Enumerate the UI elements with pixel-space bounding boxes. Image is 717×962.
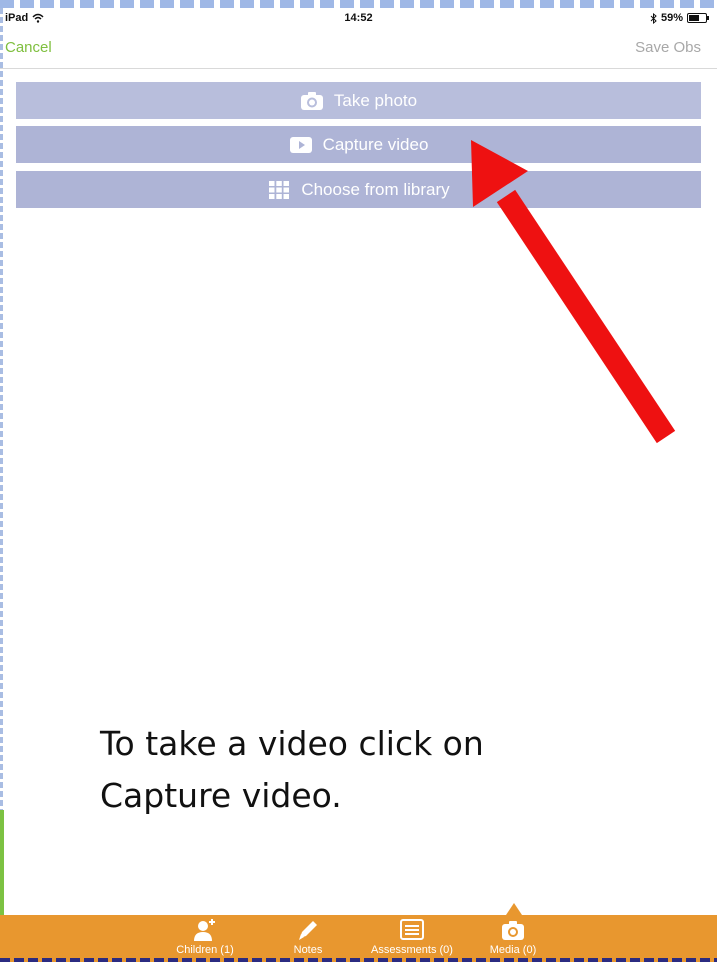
tab-notes[interactable]: Notes [278,915,338,958]
bluetooth-icon [650,12,657,24]
tab-children[interactable]: Children (1) [166,915,244,958]
battery-icon [687,13,709,23]
battery-percent: 59% [660,12,683,24]
bottom-tab-bar: Children (1) Notes Assessments (0) Media… [0,915,717,962]
take-photo-button[interactable]: Take photo [16,82,701,119]
capture-video-label: Capture video [322,134,429,154]
status-time: 14:52 [344,12,373,24]
choose-from-library-label: Choose from library [301,179,450,199]
pencil-icon [299,921,317,940]
add-child-icon [194,919,215,941]
decorative-frame-left [0,8,3,888]
cancel-button[interactable]: Cancel [5,39,52,56]
tab-notes-label: Notes [293,944,323,956]
capture-video-button[interactable]: Capture video [16,126,701,163]
tab-assessments-label: Assessments (0) [371,944,453,956]
status-right: 59% [650,12,709,24]
choose-from-library-button[interactable]: Choose from library [16,171,701,208]
take-photo-label: Take photo [333,90,418,110]
play-icon [289,136,312,153]
caption-line-2: Capture video. [100,776,342,815]
status-bar: iPad 14:52 59% [0,9,717,29]
camera-icon [300,91,323,110]
decorative-frame-accent [0,810,4,920]
tab-media-label: Media (0) [489,944,537,956]
tab-children-label: Children (1) [176,944,234,956]
tab-media[interactable]: Media (0) [478,915,548,958]
decorative-frame-top [0,0,717,8]
selected-tab-indicator [506,903,522,915]
list-icon [400,919,424,940]
tab-assessments[interactable]: Assessments (0) [364,915,460,958]
save-obs-button[interactable]: Save Obs [635,39,701,56]
camera-icon [502,921,524,940]
instruction-caption: To take a video click on Capture video. [100,718,660,822]
grid-icon [269,180,290,199]
nav-bar: Cancel Save Obs [0,30,717,69]
caption-line-1: To take a video click on [100,724,484,763]
